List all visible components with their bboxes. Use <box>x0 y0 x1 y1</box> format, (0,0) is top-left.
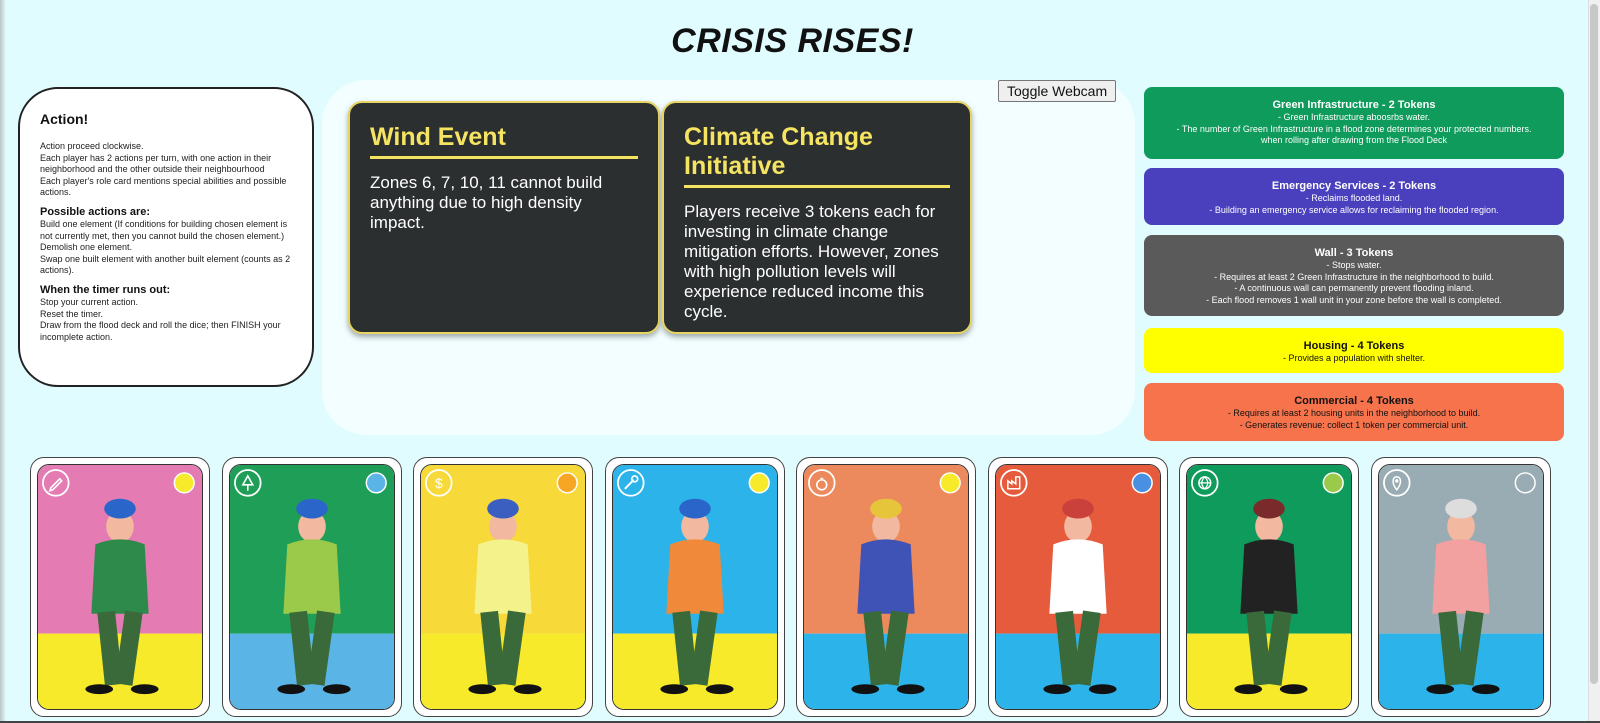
action-intro-line: Action proceed clockwise. <box>40 141 144 151</box>
possible-action-item: Demolish one element. <box>40 242 133 252</box>
role-card[interactable] <box>1179 457 1359 717</box>
event-title-divider <box>684 185 950 188</box>
role-card[interactable] <box>221 457 402 717</box>
building-title: Wall - 3 Tokens <box>1314 247 1394 259</box>
timer-step: Draw from the flood deck and roll the di… <box>40 320 281 342</box>
role-card-illustration <box>228 464 395 710</box>
possible-action-item: Build one element (If conditions for bui… <box>40 219 288 241</box>
event-title: Wind Event <box>370 123 506 151</box>
tree-icon <box>236 471 264 499</box>
vertical-scrollbar[interactable] <box>1588 0 1600 723</box>
role-card-illustration <box>611 464 778 710</box>
action-heading: Action! <box>40 111 89 127</box>
scrollbar-thumb[interactable] <box>1590 4 1598 684</box>
building-title: Green Infrastructure - 2 Tokens <box>1272 99 1436 111</box>
building-rule: - Reclaims flooded land. <box>1305 193 1403 203</box>
building-rule: - Each flood removes 1 wall unit in your… <box>1206 294 1502 305</box>
action-intro-line: Each player has 2 actions per turn, with… <box>40 152 272 175</box>
building-rule: - Provides a population with shelter. <box>1282 353 1426 363</box>
role-card[interactable] <box>987 457 1168 717</box>
role-card-illustration: $ <box>420 464 586 710</box>
page-left-edge <box>0 0 6 723</box>
building-rule: - Requires at least 2 housing units in t… <box>1227 408 1481 418</box>
page-title: CRISIS RISES! <box>671 22 914 60</box>
building-rule: when rolling after drawing from the Floo… <box>1260 135 1448 145</box>
role-card[interactable] <box>604 457 785 717</box>
toggle-webcam-button[interactable]: Toggle Webcam <box>998 80 1117 102</box>
event-title: Climate Change Initiative <box>684 123 873 180</box>
action-intro-line: Each player's role card mentions special… <box>40 175 287 198</box>
event-title-divider <box>370 156 638 159</box>
factory-icon <box>1002 471 1030 499</box>
wrench-icon <box>619 471 647 499</box>
role-card[interactable] <box>796 457 976 717</box>
building-housing: Housing - 4 Tokens - Provides a populati… <box>1144 328 1564 373</box>
role-card-illustration <box>1377 464 1544 710</box>
role-card[interactable]: $ <box>413 457 593 717</box>
building-rule: - Requires at least 2 Green Infrastructu… <box>1214 271 1494 282</box>
building-emergency-services: Emergency Services - 2 Tokens - Reclaims… <box>1144 168 1564 225</box>
role-card-illustration <box>37 464 203 710</box>
dollar-icon <box>427 471 455 499</box>
event-card-climate[interactable]: Climate Change Initiative Players receiv… <box>662 101 972 334</box>
event-text: Players receive 3 tokens each for invest… <box>684 202 939 321</box>
timer-step: Reset the timer. <box>40 308 104 319</box>
building-commercial: Commercial - 4 Tokens - Requires at leas… <box>1144 383 1564 441</box>
building-title: Housing - 4 Tokens <box>1303 340 1405 352</box>
role-card-illustration <box>994 464 1161 710</box>
building-rule: - Stops water. <box>1326 260 1382 270</box>
possible-actions-heading: Possible actions are: <box>40 205 151 218</box>
timer-step: Stop your current action. <box>40 297 139 307</box>
building-rule: - A continuous wall can permanently prev… <box>1234 283 1474 293</box>
location-icon <box>1385 471 1413 499</box>
timer-heading: When the timer runs out: <box>40 283 171 296</box>
money-bag-icon <box>810 471 838 499</box>
role-card[interactable] <box>30 457 210 717</box>
building-rule: - Building an emergency service allows f… <box>1209 204 1499 215</box>
action-instructions-panel: Action! Action proceed clockwise. Each p… <box>18 87 314 387</box>
role-card-illustration <box>1186 464 1352 710</box>
event-card-wind[interactable]: Wind Event Zones 6, 7, 10, 11 cannot bui… <box>348 101 660 334</box>
building-rule: - The number of Green Infrastructure in … <box>1176 123 1532 134</box>
role-card[interactable] <box>1370 457 1551 717</box>
building-rule: - Generates revenue: collect 1 token per… <box>1239 419 1469 430</box>
event-text: Zones 6, 7, 10, 11 cannot build anything… <box>370 173 603 232</box>
globe-icon <box>1193 471 1221 499</box>
building-rule: - Green Infrastructure aboosrbs water. <box>1277 112 1431 122</box>
building-title: Emergency Services - 2 Tokens <box>1271 180 1437 192</box>
pencil-icon <box>44 471 72 499</box>
building-green-infrastructure: Green Infrastructure - 2 Tokens - Green … <box>1144 87 1564 159</box>
building-title: Commercial - 4 Tokens <box>1294 395 1414 407</box>
role-card-illustration <box>803 464 969 710</box>
possible-action-item: Swap one built element with another buil… <box>40 253 291 276</box>
building-wall: Wall - 3 Tokens - Stops water. - Require… <box>1144 235 1564 316</box>
